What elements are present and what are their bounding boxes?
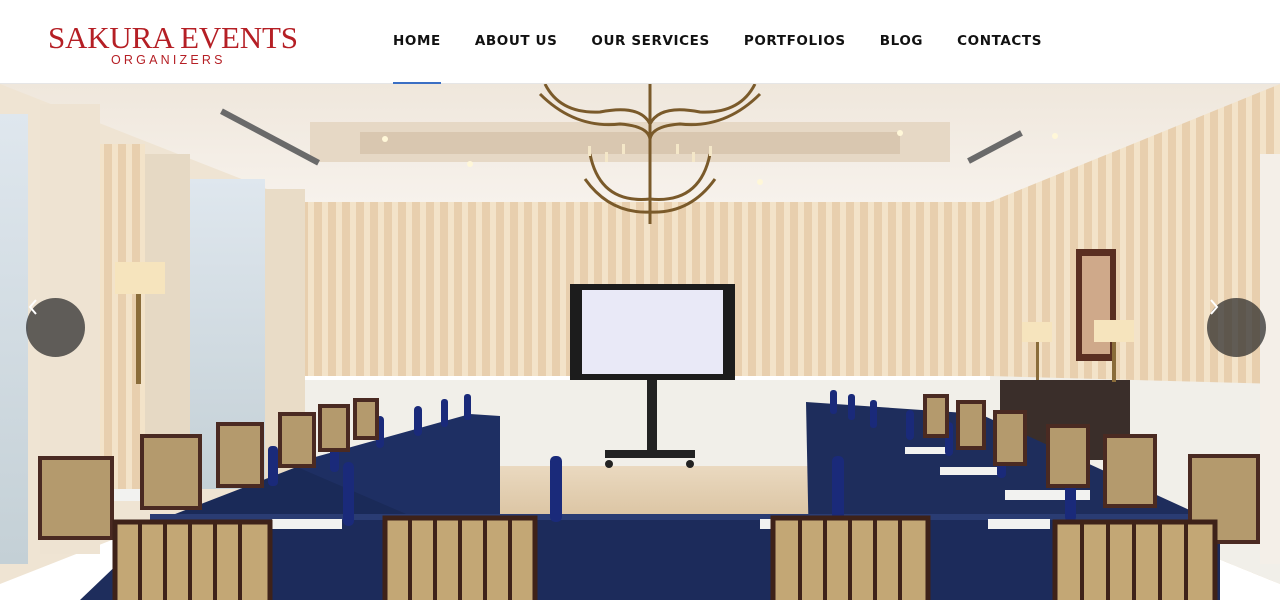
nav-blog[interactable]: BLOG [880, 0, 923, 83]
slider-next-button[interactable] [1207, 298, 1266, 357]
nav-our-services[interactable]: OUR SERVICES [591, 0, 709, 83]
logo-title: SAKURA EVENTS [48, 20, 298, 55]
nav-contacts[interactable]: CONTACTS [957, 0, 1042, 83]
hero-slider [0, 84, 1280, 600]
chevron-left-icon [28, 299, 37, 315]
chevron-right-icon [1210, 299, 1219, 315]
site-header: SAKURA EVENTS ORGANIZERS HOME ABOUT US O… [0, 0, 1280, 84]
logo[interactable]: SAKURA EVENTS ORGANIZERS [48, 20, 298, 70]
conference-room-photo [0, 84, 1280, 600]
logo-tagline: ORGANIZERS [111, 53, 226, 67]
nav-about-us[interactable]: ABOUT US [475, 0, 558, 83]
slider-prev-button[interactable] [26, 298, 85, 357]
nav-portfolios[interactable]: PORTFOLIOS [744, 0, 846, 83]
main-nav: HOME ABOUT US OUR SERVICES PORTFOLIOS BL… [393, 0, 1042, 84]
nav-home[interactable]: HOME [393, 0, 441, 84]
